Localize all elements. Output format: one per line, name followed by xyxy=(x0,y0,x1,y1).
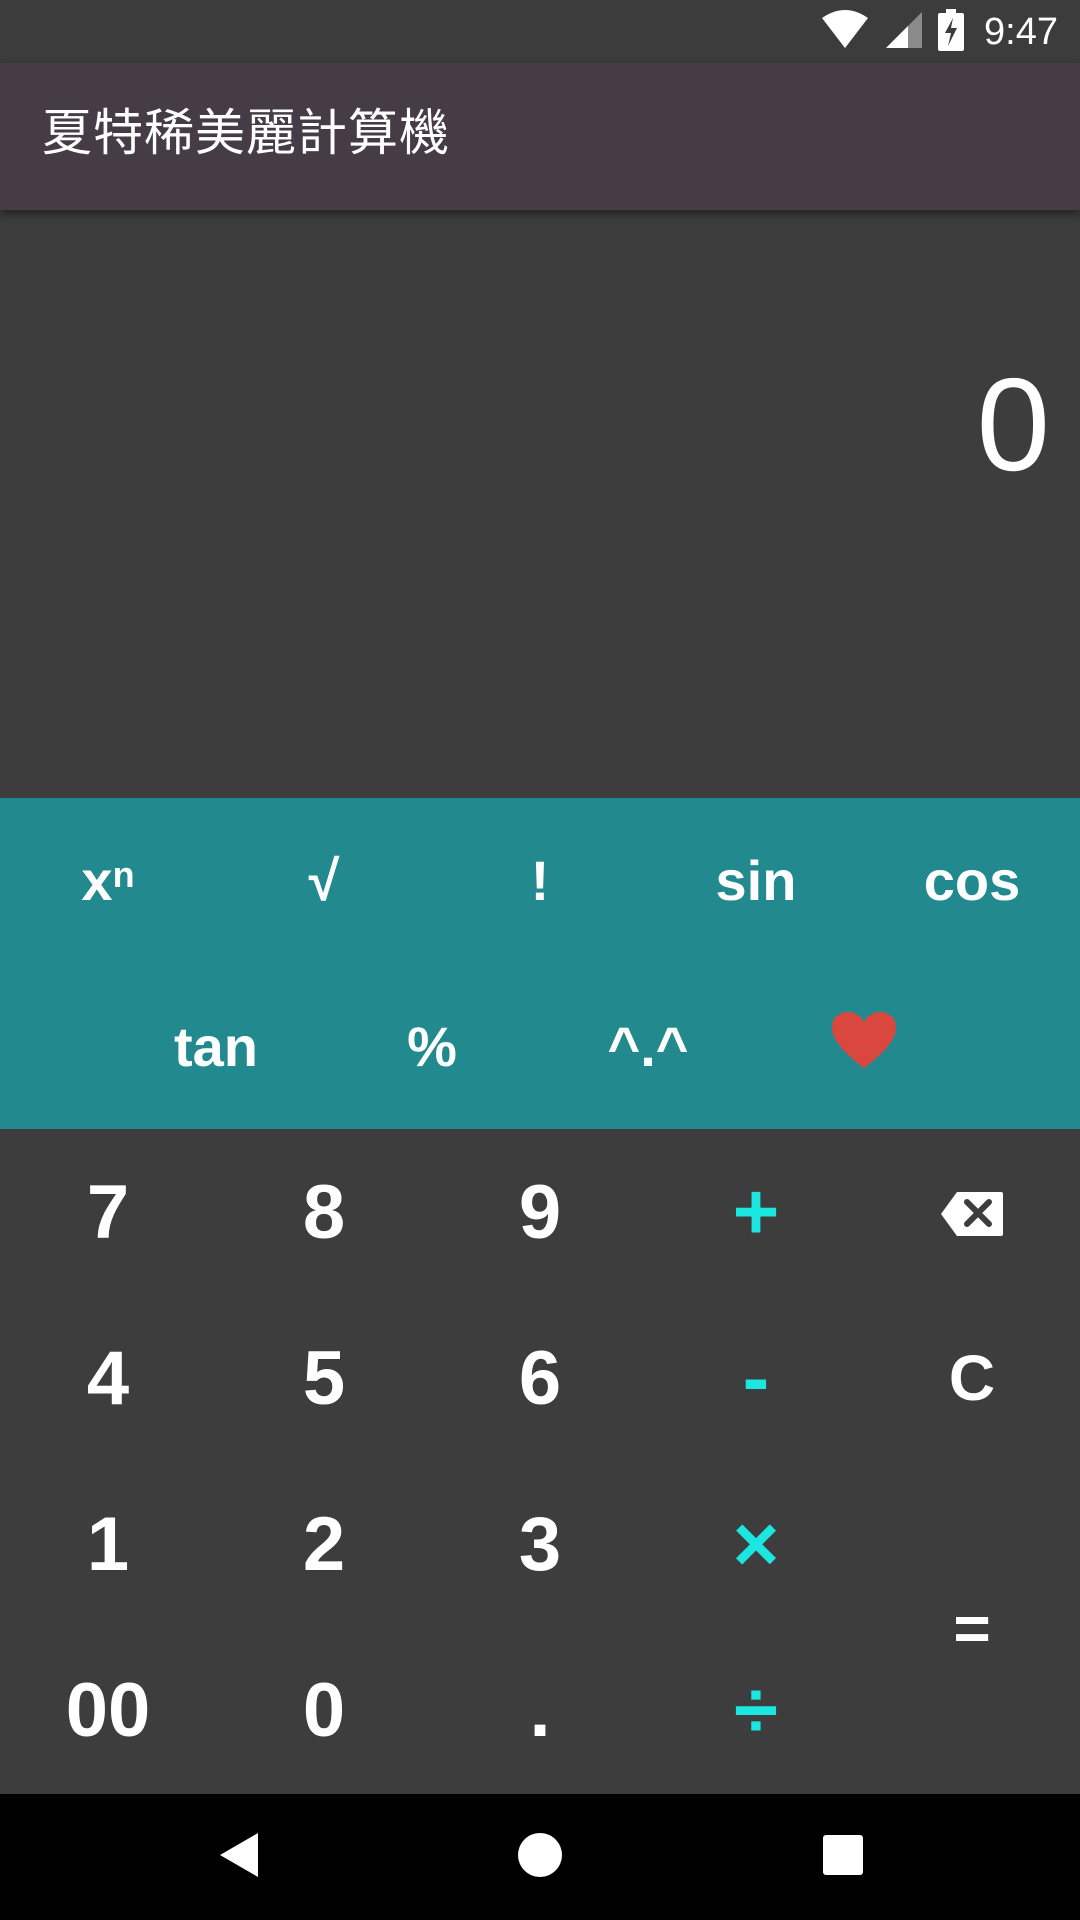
cell-signal-icon xyxy=(884,10,924,55)
status-icons: 9:47 xyxy=(820,8,1058,56)
factorial-button[interactable]: ! xyxy=(432,798,648,963)
key-1[interactable]: 1 xyxy=(0,1461,216,1627)
display-value: 0 xyxy=(976,351,1050,498)
key-3[interactable]: 3 xyxy=(432,1461,648,1627)
recents-icon xyxy=(822,1834,864,1881)
power-base: x xyxy=(81,849,113,912)
divide-button[interactable]: ÷ xyxy=(648,1627,864,1793)
back-icon xyxy=(214,1829,262,1886)
app-title: 夏特稀美麗計算機 xyxy=(42,104,450,162)
key-9[interactable]: 9 xyxy=(432,1129,648,1295)
percent-button[interactable]: % xyxy=(324,964,540,1129)
decimal-button[interactable]: . xyxy=(432,1627,648,1793)
tan-button[interactable]: tan xyxy=(108,964,324,1129)
home-button[interactable] xyxy=(505,1822,575,1892)
key-7[interactable]: 7 xyxy=(0,1129,216,1295)
wifi-icon xyxy=(820,9,870,55)
key-00[interactable]: 00 xyxy=(0,1627,216,1793)
key-2[interactable]: 2 xyxy=(216,1461,432,1627)
key-6[interactable]: 6 xyxy=(432,1295,648,1461)
number-pad: 7 8 9 + 4 5 6 - C 1 2 3 × = 00 0 . ÷ xyxy=(0,1129,1080,1794)
backspace-button[interactable] xyxy=(864,1129,1080,1295)
recents-button[interactable] xyxy=(808,1822,878,1892)
clear-button[interactable]: C xyxy=(864,1295,1080,1461)
key-5[interactable]: 5 xyxy=(216,1295,432,1461)
equals-button[interactable]: = xyxy=(864,1461,1080,1794)
heart-icon xyxy=(830,1010,898,1083)
power-button[interactable]: xn xyxy=(0,798,216,963)
home-icon xyxy=(516,1831,564,1884)
cos-button[interactable]: cos xyxy=(864,798,1080,963)
result-display: 0 xyxy=(0,210,1080,798)
status-bar: 9:47 xyxy=(0,0,1080,63)
scientific-panel: xn √ ! sin cos tan % ^.^ xyxy=(0,798,1080,1129)
key-8[interactable]: 8 xyxy=(216,1129,432,1295)
heart-button[interactable] xyxy=(756,964,972,1129)
sqrt-button[interactable]: √ xyxy=(216,798,432,963)
nav-bar xyxy=(0,1794,1080,1920)
plus-button[interactable]: + xyxy=(648,1129,864,1295)
sin-button[interactable]: sin xyxy=(648,798,864,963)
status-time: 9:47 xyxy=(984,10,1058,53)
multiply-button[interactable]: × xyxy=(648,1461,864,1627)
app-bar: 夏特稀美麗計算機 xyxy=(0,63,1080,210)
backspace-icon xyxy=(939,1169,1005,1256)
key-4[interactable]: 4 xyxy=(0,1295,216,1461)
battery-charging-icon xyxy=(938,8,965,56)
power-exp: n xyxy=(112,853,135,895)
minus-button[interactable]: - xyxy=(648,1295,864,1461)
smile-button[interactable]: ^.^ xyxy=(540,964,756,1129)
key-0[interactable]: 0 xyxy=(216,1627,432,1793)
back-button[interactable] xyxy=(203,1822,273,1892)
